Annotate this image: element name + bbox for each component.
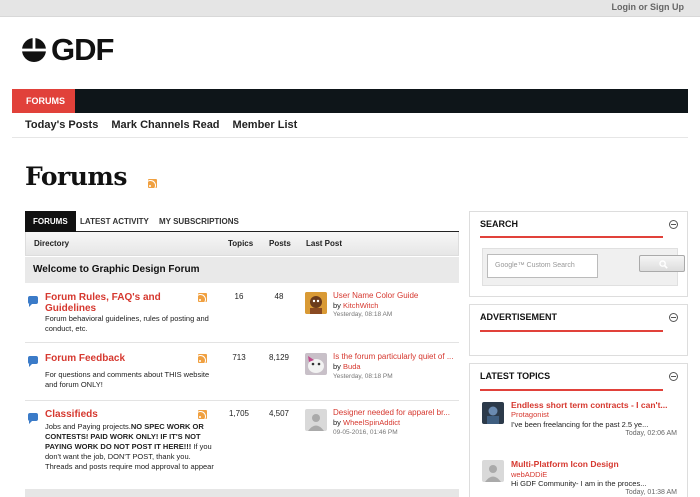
- advertisement-title: ADVERTISEMENT: [480, 312, 558, 322]
- author-link[interactable]: KitchWitch: [343, 301, 378, 310]
- forum-description: Forum behavioral guidelines, rules of po…: [45, 314, 209, 333]
- header-last-post: Last Post: [306, 239, 343, 248]
- by-label: by: [333, 362, 341, 371]
- topics-count: 713: [232, 353, 246, 362]
- topic-time: Today, 01:38 AM: [625, 489, 677, 496]
- topic-title[interactable]: Multi-Platform Icon Design: [511, 459, 619, 469]
- avatar[interactable]: [305, 292, 327, 314]
- desc-plain: Jobs and Paying projects.: [45, 422, 131, 431]
- mark-channels-read-link[interactable]: Mark Channels Read: [111, 119, 219, 131]
- divider: [12, 137, 688, 138]
- main-navbar: FORUMS: [12, 89, 688, 113]
- forum-row: Forum Feedback For questions and comment…: [25, 343, 459, 401]
- topic-snippet: Hi GDF Community- I am in the proces...: [511, 479, 647, 488]
- globe-icon: [21, 37, 47, 62]
- search-icon: [659, 260, 668, 269]
- forum-bubble-icon: [28, 413, 38, 424]
- posts-count: 8,129: [268, 353, 290, 362]
- forum-bubble-icon: [28, 296, 38, 307]
- topic-snippet: I've been freelancing for the past 2.5 y…: [511, 420, 649, 429]
- last-post-title[interactable]: Is the forum particularly quiet of ...: [333, 352, 459, 361]
- search-widget: SEARCH Google™ Custom Search: [469, 211, 688, 297]
- nav-tab-forums[interactable]: FORUMS: [12, 89, 75, 113]
- last-post-time: 09-05-2016, 01:46 PM: [333, 429, 398, 436]
- topic-title[interactable]: Endless short term contracts - I can't..…: [511, 400, 667, 410]
- rss-icon[interactable]: [198, 354, 207, 363]
- search-form: Google™ Custom Search: [482, 248, 685, 286]
- rss-icon[interactable]: [198, 410, 207, 419]
- advertisement-widget: ADVERTISEMENT: [469, 304, 688, 356]
- collapse-icon[interactable]: [669, 372, 678, 381]
- search-widget-title: SEARCH: [480, 219, 519, 229]
- avatar[interactable]: [305, 353, 327, 375]
- forum-description: Jobs and Paying projects.NO SPEC WORK OR…: [45, 422, 215, 472]
- avatar[interactable]: [305, 409, 327, 431]
- posts-count: 4,507: [268, 409, 290, 418]
- forum-row: Classifieds Jobs and Paying projects.NO …: [25, 401, 459, 489]
- topic-author[interactable]: webADDiE: [511, 470, 547, 479]
- by-label: by: [333, 301, 341, 310]
- accent-rule: [480, 330, 663, 332]
- last-post-title[interactable]: User Name Color Guide: [333, 291, 459, 300]
- accent-rule: [480, 389, 663, 391]
- last-post-author: by Buda: [333, 362, 361, 371]
- latest-topics-title: LATEST TOPICS: [480, 371, 551, 381]
- forum-row: Forum Rules, FAQ's and Guidelines Forum …: [25, 283, 459, 343]
- forum-title[interactable]: Forum Rules, FAQ's and Guidelines: [45, 292, 185, 314]
- next-section-header: [25, 489, 459, 497]
- rss-icon[interactable]: [198, 293, 207, 302]
- accent-rule: [480, 236, 663, 238]
- top-bar: Login or Sign Up: [0, 0, 700, 17]
- last-post-time: Yesterday, 08:18 AM: [333, 311, 393, 318]
- sub-navigation: Today's Posts Mark Channels Read Member …: [25, 119, 310, 131]
- last-post-title[interactable]: Designer needed for apparel br...: [333, 408, 459, 417]
- topics-count: 1,705: [228, 409, 250, 418]
- last-post-time: Yesterday, 08:18 PM: [333, 373, 393, 380]
- search-button[interactable]: [639, 255, 685, 272]
- section-header: Welcome to Graphic Design Forum: [25, 257, 459, 283]
- site-logo[interactable]: GDF: [21, 32, 114, 67]
- member-list-link[interactable]: Member List: [233, 119, 298, 131]
- login-signup-link[interactable]: Login or Sign Up: [612, 2, 685, 12]
- todays-posts-link[interactable]: Today's Posts: [25, 119, 98, 131]
- posts-count: 48: [274, 292, 284, 301]
- collapse-icon[interactable]: [669, 313, 678, 322]
- author-link[interactable]: WheelSpinAddict: [343, 418, 400, 427]
- collapse-icon[interactable]: [669, 220, 678, 229]
- last-post-author: by KitchWitch: [333, 301, 378, 310]
- latest-topics-widget: LATEST TOPICS Endless short term contrac…: [469, 363, 688, 497]
- section-title[interactable]: Welcome to Graphic Design Forum: [33, 264, 200, 275]
- header-posts: Posts: [269, 239, 291, 248]
- avatar[interactable]: [482, 402, 504, 424]
- rss-icon[interactable]: [148, 179, 157, 188]
- last-post-author: by WheelSpinAddict: [333, 418, 400, 427]
- by-label: by: [333, 418, 341, 427]
- tab-my-subscriptions[interactable]: MY SUBSCRIPTIONS: [159, 211, 239, 232]
- topics-count: 16: [234, 292, 244, 301]
- forum-description: For questions and comments about THIS we…: [45, 370, 210, 389]
- forum-title[interactable]: Classifieds: [45, 409, 185, 420]
- logo-text: GDF: [51, 32, 114, 67]
- topic-time: Today, 02:06 AM: [625, 430, 677, 437]
- forum-title[interactable]: Forum Feedback: [45, 353, 185, 364]
- forum-tabs: FORUMS LATEST ACTIVITY MY SUBSCRIPTIONS: [25, 211, 459, 232]
- author-link[interactable]: Buda: [343, 362, 361, 371]
- page-title: Forums: [25, 162, 127, 191]
- header-topics: Topics: [228, 239, 254, 248]
- search-input[interactable]: Google™ Custom Search: [487, 254, 598, 278]
- header-directory: Directory: [34, 239, 70, 248]
- tab-latest-activity[interactable]: LATEST ACTIVITY: [80, 211, 149, 232]
- forum-bubble-icon: [28, 356, 38, 367]
- tab-forums[interactable]: FORUMS: [25, 211, 76, 232]
- topic-author[interactable]: Protagonist: [511, 410, 549, 419]
- table-header: Directory Topics Posts Last Post: [25, 232, 459, 256]
- avatar[interactable]: [482, 460, 504, 482]
